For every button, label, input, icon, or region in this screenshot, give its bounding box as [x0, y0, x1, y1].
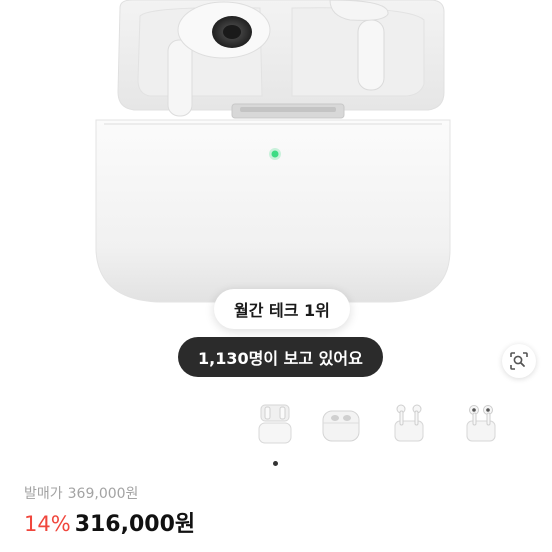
viewers-badge-text: 1,130명이 보고 있어요: [198, 349, 363, 368]
gallery-page-indicator: [273, 461, 278, 466]
image-search-button[interactable]: [502, 344, 536, 378]
thumbnail-strip: [0, 396, 552, 454]
airpods-pro-case-illustration: [95, 0, 451, 303]
airpods-case-open-icon: [258, 404, 292, 444]
sale-price-row: 14% 316,000원: [24, 510, 534, 540]
rank-badge: 월간 테크 1위: [214, 289, 350, 329]
airpods-case-closed-icon: [322, 410, 360, 442]
discount-rate: 14%: [24, 512, 71, 536]
price-section: 발매가 369,000원 14% 316,000원: [24, 484, 534, 540]
airpods-earbuds-icon: [394, 404, 424, 442]
list-price-row: 발매가 369,000원: [24, 484, 534, 504]
thumbnail-airpods-pro-2-usbc[interactable]: [384, 396, 434, 452]
list-price-value: 369,000원: [67, 486, 139, 502]
sale-price: 316,000원: [74, 512, 196, 537]
thumbnail-airpods-3[interactable]: [316, 396, 366, 452]
thumbnail-airpods-pro-2[interactable]: [250, 396, 300, 452]
image-search-icon: [510, 352, 528, 370]
list-price-label: 발매가: [24, 486, 63, 502]
viewers-badge: 1,130명이 보고 있어요: [178, 337, 383, 377]
rank-badge-text: 월간 테크 1위: [234, 301, 330, 320]
airpods-pro-icon: [466, 405, 496, 442]
thumbnail-airpods-pro[interactable]: [456, 396, 506, 452]
product-hero-image[interactable]: [0, 0, 552, 395]
